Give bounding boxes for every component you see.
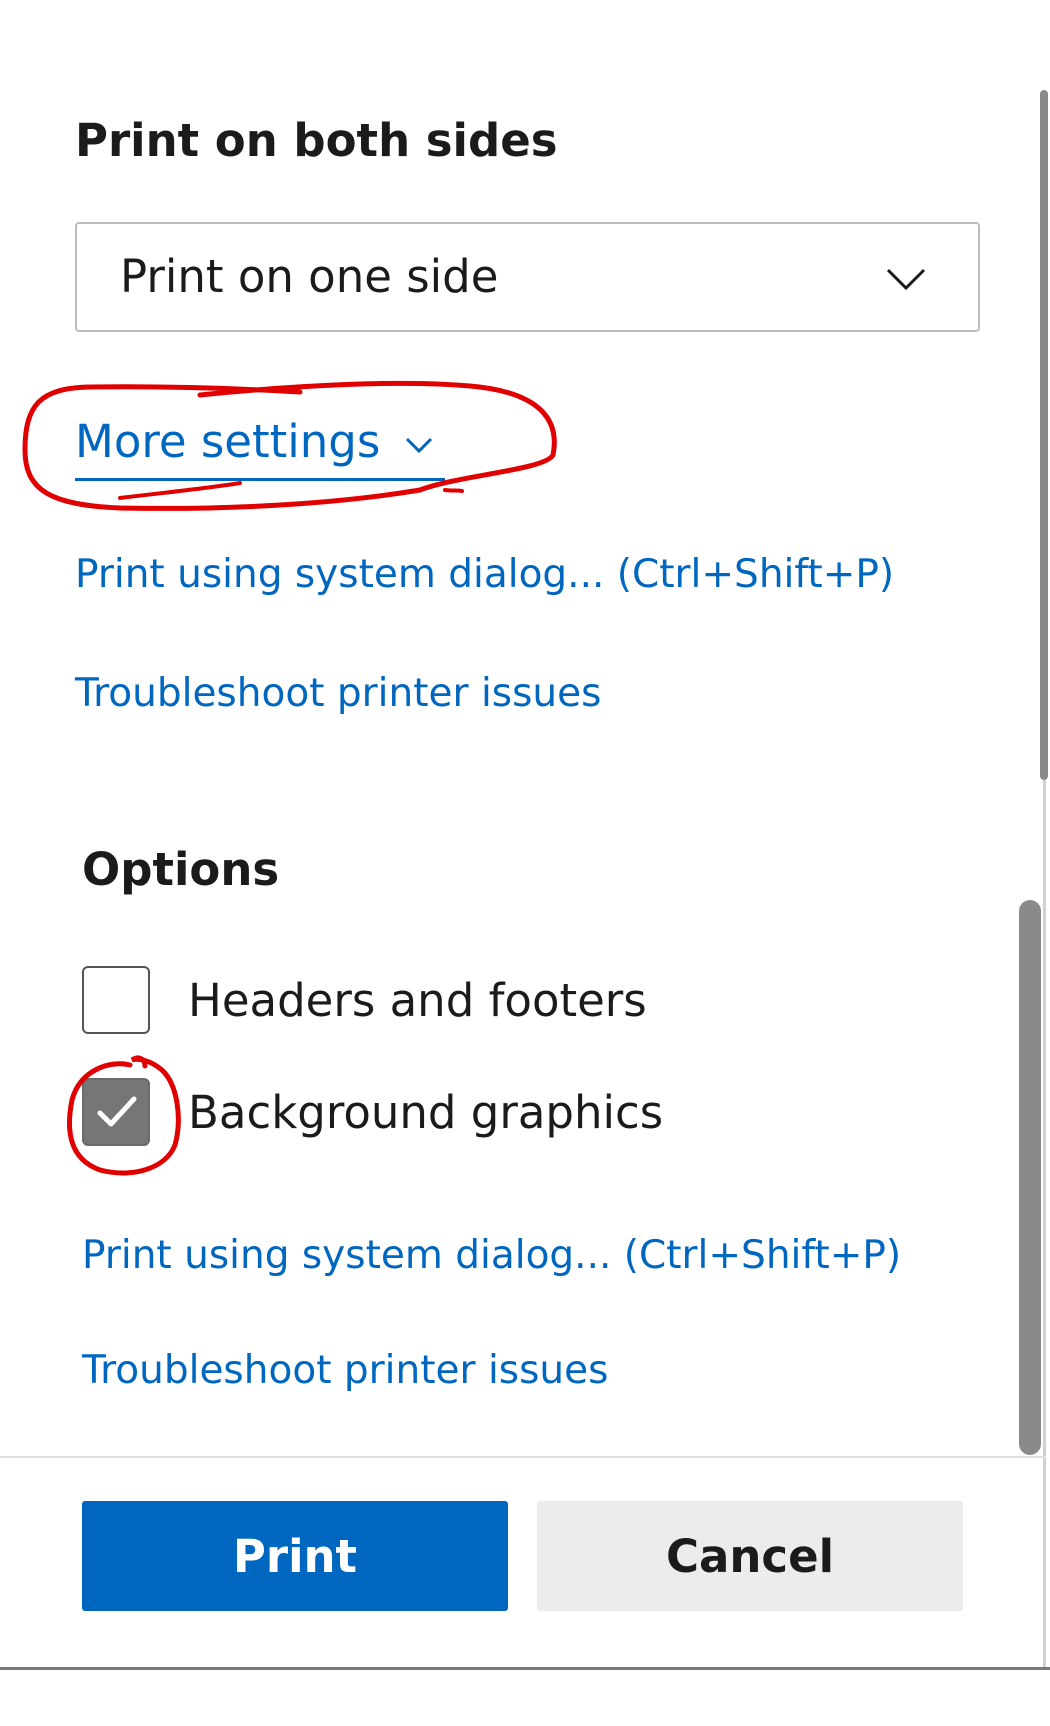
annotation-stroke-more-settings-b bbox=[443, 488, 464, 493]
more-settings-label: More settings bbox=[75, 415, 381, 468]
checkmark-icon bbox=[97, 1096, 137, 1127]
chevron-down-icon bbox=[406, 437, 433, 454]
scrollbar-upper[interactable] bbox=[1040, 90, 1048, 780]
system-dialog-link-secondary[interactable]: Print using system dialog... (Ctrl+Shift… bbox=[82, 1233, 901, 1278]
footer-divider bbox=[0, 1456, 1046, 1458]
cancel-button[interactable]: Cancel bbox=[537, 1501, 963, 1611]
scrollbar-thumb[interactable] bbox=[1019, 900, 1041, 1455]
more-settings-toggle[interactable]: More settings bbox=[75, 415, 434, 468]
troubleshoot-link-secondary[interactable]: Troubleshoot printer issues bbox=[82, 1348, 608, 1393]
duplex-heading: Print on both sides bbox=[75, 114, 558, 167]
background-graphics-checkbox[interactable] bbox=[82, 1078, 150, 1146]
more-settings-underline bbox=[75, 478, 445, 481]
headers-footers-label: Headers and footers bbox=[188, 974, 647, 1027]
chevron-down-icon bbox=[886, 268, 926, 291]
duplex-dropdown-value: Print on one side bbox=[120, 250, 499, 303]
window-bottom-edge bbox=[0, 1667, 1050, 1670]
panel-right-border bbox=[1043, 780, 1046, 1670]
annotation-stroke-more-settings-a bbox=[118, 481, 242, 500]
troubleshoot-link[interactable]: Troubleshoot printer issues bbox=[75, 671, 601, 716]
duplex-dropdown[interactable]: Print on one side bbox=[75, 222, 980, 332]
system-dialog-link[interactable]: Print using system dialog... (Ctrl+Shift… bbox=[75, 552, 894, 597]
print-button[interactable]: Print bbox=[82, 1501, 508, 1611]
options-heading: Options bbox=[82, 843, 280, 896]
background-graphics-label: Background graphics bbox=[188, 1086, 664, 1139]
headers-footers-checkbox[interactable] bbox=[82, 966, 150, 1034]
